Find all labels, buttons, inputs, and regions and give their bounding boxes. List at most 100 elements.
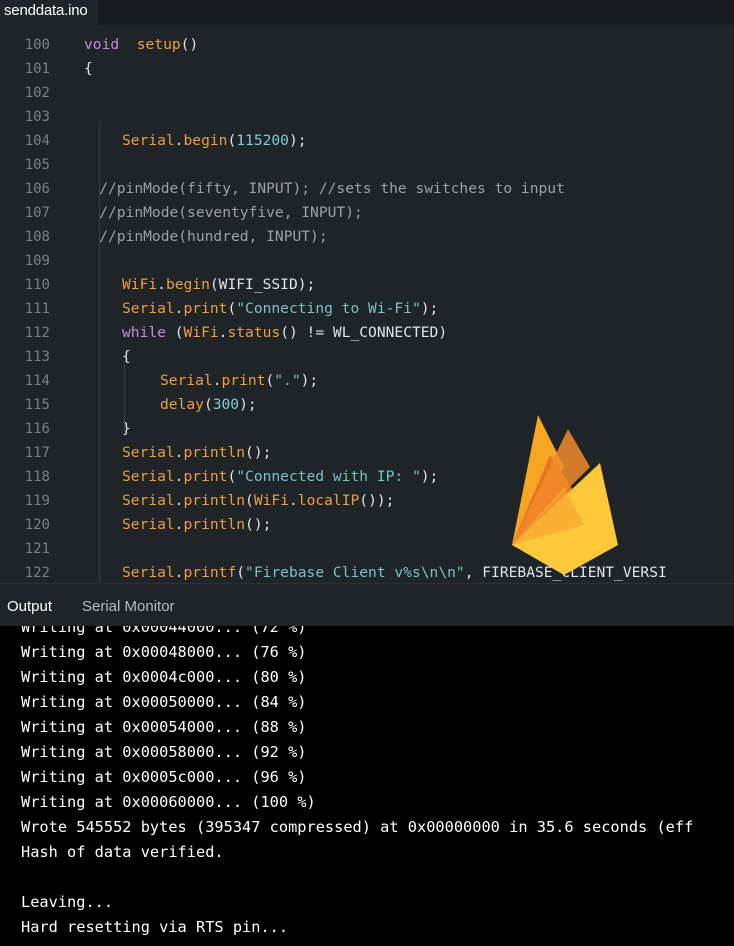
code-token: (); [245,444,272,461]
code-text: { [84,57,93,81]
code-token: ( [165,324,184,341]
code-token: . [174,564,184,581]
code-token: print [183,300,228,317]
code-line: 100 void setup() [0,33,734,57]
tab-output[interactable]: Output [7,598,52,615]
code-token: "." [274,372,301,389]
code-token: printf [183,564,237,581]
code-token: ( [236,564,246,581]
code-token: void [84,36,120,53]
code-line: 108 //pinMode(hundred, INPUT); [0,225,734,249]
code-token: delay [160,396,204,413]
line-number: 121 [24,541,50,557]
code-line: 122 Serial.printf("Firebase Client v%s\n\… [0,561,734,583]
code-token: status [227,324,281,341]
code-token: ); [239,396,257,413]
code-line: 107 //pinMode(seventyfive, INPUT); [0,201,734,225]
code-line: 119 Serial.println(WiFi.localIP()); [0,489,734,513]
code-line: 105 [0,153,734,177]
code-line: 102 [0,81,734,105]
code-text: delay(300); [160,393,257,417]
line-number: 104 [24,133,50,149]
code-token: "Connecting to Wi-Fi" [236,300,421,317]
code-token: ( [265,372,275,389]
code-line: 104 Serial.begin(115200); [0,129,734,153]
output-line: Writing at 0x00044000... (72 %) [21,626,307,636]
code-line: 117 Serial.println(); [0,441,734,465]
code-token: WiFi [122,276,158,293]
line-number: 102 [24,85,50,101]
code-line: 120 Serial.println(); [0,513,734,537]
code-token: (WIFI_SSID); [209,276,316,293]
code-token: . [288,492,298,509]
code-line: 113{ [0,345,734,369]
code-token: WiFi [253,492,289,509]
code-token: ( [245,492,254,509]
code-text: void setup() [84,33,198,57]
code-token: begin [183,132,228,149]
line-number: 114 [24,373,50,389]
line-number: 122 [24,565,50,581]
code-line: 111 Serial.print("Connecting to Wi-Fi"); [0,297,734,321]
tab-serial-monitor[interactable]: Serial Monitor [82,598,175,615]
code-token: ( [227,132,237,149]
output-line: Writing at 0x00050000... (84 %) [21,693,307,711]
code-token: println [183,492,246,509]
code-line: 109 [0,249,734,273]
code-token: . [174,492,184,509]
code-token: . [174,468,184,485]
code-token: ); [420,468,439,485]
code-token: ); [300,372,319,389]
line-number: 103 [24,109,50,125]
line-number: 101 [24,61,50,77]
line-number: 118 [24,469,50,485]
line-number: 111 [24,301,50,317]
code-token: begin [165,276,210,293]
code-line: 121 [0,537,734,561]
code-token: println [183,444,246,461]
code-token: Serial [122,564,175,581]
code-text: WiFi.begin(WIFI_SSID); [122,273,315,297]
code-text: Serial.println(); [122,441,271,465]
code-token: { [84,60,93,77]
indent-guide [99,121,100,583]
code-text: Serial.print("Connecting to Wi-Fi"); [122,297,438,321]
output-line: Hash of data verified. [21,843,224,861]
code-line: 115 delay(300); [0,393,734,417]
code-line: 116} [0,417,734,441]
code-text: Serial.print("."); [160,369,318,393]
firebase-logo-icon [512,415,618,575]
code-line: 112 while (WiFi.status() != WL_CONNECTED) [0,321,734,345]
code-token: ( [227,468,237,485]
code-token: Serial [122,516,175,533]
output-line: Writing at 0x0005c000... (96 %) [21,768,307,786]
code-token: //pinMode(fifty, INPUT); //sets the swit… [99,180,565,197]
code-editor[interactable]: 100 void setup() 101{102 103 104 Serial.begin… [0,25,734,583]
code-line: 103 [0,105,734,129]
tab-senddata-ino[interactable]: senddata.ino [0,0,98,25]
code-token: () != WL_CONNECTED) [280,324,448,341]
output-line: Wrote 545552 bytes (395347 compressed) a… [21,818,694,836]
code-token: 115200 [236,132,289,149]
code-token: ); [288,132,307,149]
line-number: 117 [24,445,50,461]
line-number: 120 [24,517,50,533]
code-text: Serial.println(WiFi.localIP()); [122,489,394,513]
output-line: Leaving... [21,893,114,911]
code-line: 118 Serial.print("Connected with IP: "); [0,465,734,489]
code-token: setup [136,36,181,53]
output-console[interactable]: Writing at 0x00044000... (72 %) Writing a… [0,626,734,946]
code-text: //pinMode(seventyfive, INPUT); [99,201,363,225]
code-line: 101 { [0,57,734,81]
code-token: ( [227,300,237,317]
code-line: 110 WiFi.begin(WIFI_SSID); [0,273,734,297]
code-line: 106 //pinMode(fifty, INPUT); //sets the s… [0,177,734,201]
line-number: 116 [24,421,50,437]
code-token: print [221,372,266,389]
code-token: localIP [297,492,360,509]
code-text: Serial.print("Connected with IP: "); [122,465,438,489]
editor-tab-bar: senddata.ino [0,0,734,25]
line-number: 100 [24,37,50,53]
output-line: Writing at 0x00054000... (88 %) [21,718,307,736]
